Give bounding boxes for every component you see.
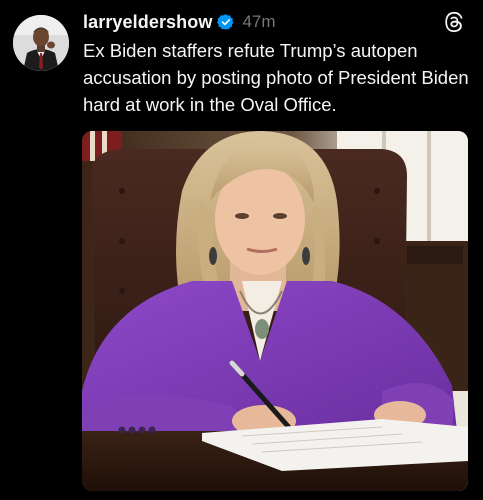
threads-logo-icon[interactable] bbox=[443, 11, 465, 33]
post-photo-image bbox=[82, 131, 468, 491]
profile-avatar[interactable] bbox=[13, 15, 69, 71]
post-header: larryeldershow 47m bbox=[83, 10, 276, 34]
username-link[interactable]: larryeldershow bbox=[83, 12, 212, 33]
post-timestamp: 47m bbox=[242, 12, 276, 31]
avatar-photo bbox=[13, 15, 69, 71]
verified-badge-icon bbox=[217, 13, 235, 31]
thread-post: larryeldershow 47m Ex Biden staffers ref… bbox=[0, 0, 483, 500]
post-photo[interactable] bbox=[82, 131, 468, 491]
post-caption: Ex Biden staffers refute Trump’s autopen… bbox=[83, 40, 469, 115]
